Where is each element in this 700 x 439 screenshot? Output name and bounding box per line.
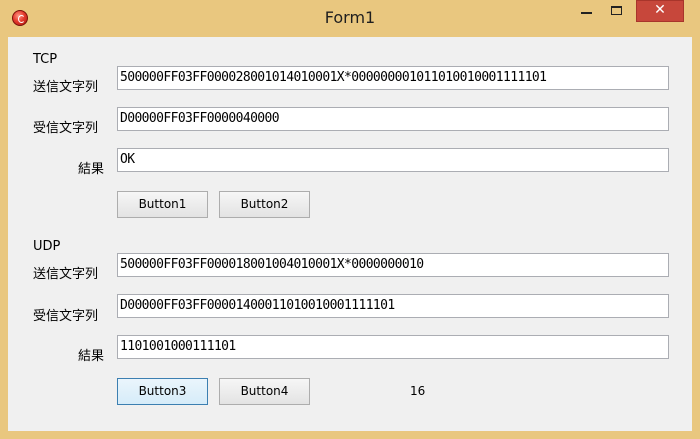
- tcp-result-input[interactable]: OK: [117, 148, 669, 172]
- tcp-recv-label: 受信文字列: [33, 121, 99, 136]
- udp-send-label: 送信文字列: [33, 267, 99, 282]
- udp-recv-input[interactable]: D00000FF03FF00001400011010010001111101: [117, 294, 669, 318]
- button3[interactable]: Button3: [117, 378, 208, 405]
- udp-result-label: 結果: [78, 349, 105, 364]
- tcp-recv-input[interactable]: D00000FF03FF0000040000: [117, 107, 669, 131]
- form-client-area: TCP 送信文字列 500000FF03FF000028001014010001…: [8, 37, 692, 431]
- tcp-result-label: 結果: [78, 162, 105, 177]
- udp-result-input[interactable]: 1101001000111101: [117, 335, 669, 359]
- udp-recv-label: 受信文字列: [33, 309, 99, 324]
- minimize-icon: [581, 12, 592, 14]
- count-label: 16: [410, 384, 426, 398]
- udp-group-label: UDP: [33, 239, 61, 254]
- maximize-button[interactable]: [603, 0, 630, 22]
- button2[interactable]: Button2: [219, 191, 310, 218]
- tcp-send-label: 送信文字列: [33, 80, 99, 95]
- button4[interactable]: Button4: [219, 378, 310, 405]
- minimize-button[interactable]: [573, 0, 600, 22]
- maximize-icon: [611, 6, 622, 15]
- title-bar[interactable]: Form1 ✕: [0, 0, 700, 36]
- close-icon: ✕: [654, 2, 666, 18]
- tcp-send-input[interactable]: 500000FF03FF000028001014010001X*00000000…: [117, 66, 669, 90]
- tcp-group-label: TCP: [33, 52, 58, 67]
- udp-send-input[interactable]: 500000FF03FF000018001004010001X*00000000…: [117, 253, 669, 277]
- close-button[interactable]: ✕: [636, 0, 684, 22]
- main-window: Form1 ✕ TCP 送信文字列 500000FF03FF0000280010…: [0, 0, 700, 439]
- button1[interactable]: Button1: [117, 191, 208, 218]
